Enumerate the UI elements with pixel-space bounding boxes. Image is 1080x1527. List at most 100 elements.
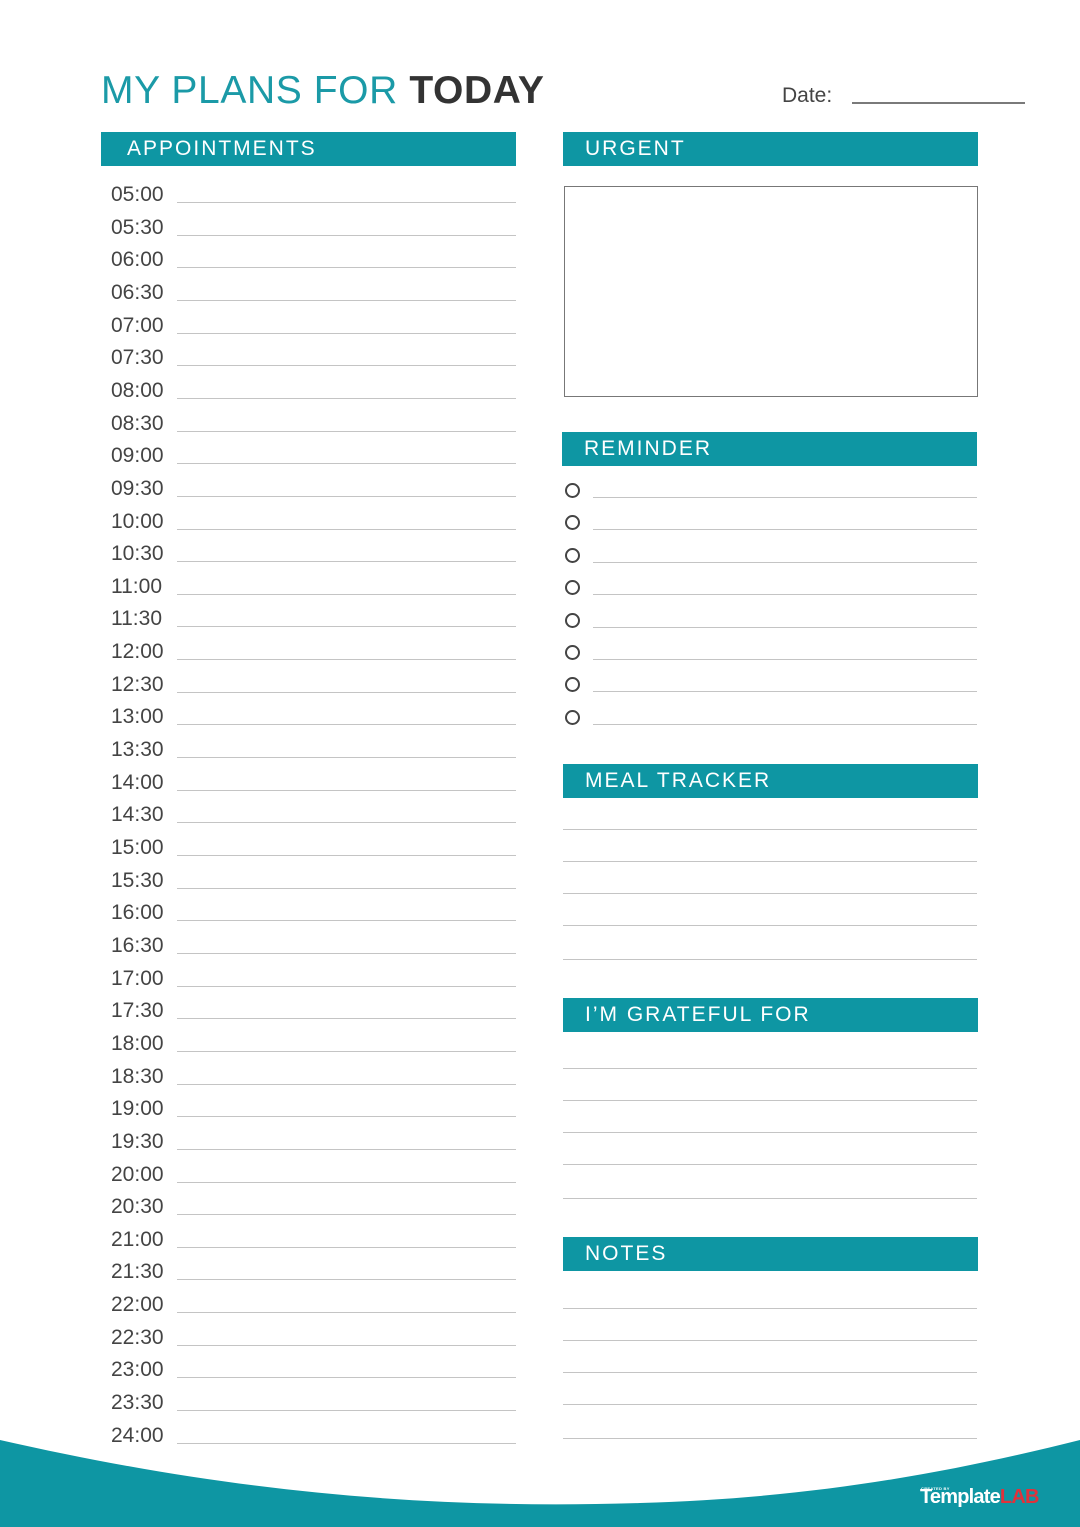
appointment-time: 12:30 — [111, 672, 164, 696]
grateful-entry-line[interactable] — [563, 1198, 977, 1199]
reminder-header: REMINDER — [562, 432, 977, 466]
appointment-entry-line[interactable] — [177, 332, 516, 334]
appointment-entry-line[interactable] — [177, 299, 516, 301]
reminder-entry-line[interactable] — [593, 561, 977, 563]
appointment-entry-line[interactable] — [177, 1116, 516, 1118]
appointment-time: 11:30 — [111, 607, 162, 631]
notes-entry-line[interactable] — [563, 1438, 977, 1439]
page-title: MY PLANS FOR TODAY — [101, 68, 545, 114]
appointment-time: 16:30 — [111, 933, 164, 957]
appointment-entry-line[interactable] — [177, 1050, 516, 1052]
meal-entry-line[interactable] — [563, 925, 977, 926]
reminder-checkbox-icon[interactable] — [565, 709, 580, 725]
grateful-entry-line[interactable] — [563, 1100, 977, 1101]
grateful-entry-line[interactable] — [563, 1132, 977, 1133]
appointment-time: 18:30 — [111, 1064, 164, 1088]
appointment-entry-line[interactable] — [177, 1312, 516, 1314]
appointment-entry-line[interactable] — [177, 789, 516, 791]
appointment-entry-line[interactable] — [177, 1442, 516, 1444]
appointment-time: 10:00 — [111, 509, 164, 533]
appointment-entry-line[interactable] — [177, 952, 516, 954]
reminder-checkbox-icon[interactable] — [565, 645, 580, 660]
meal-entry-line[interactable] — [563, 893, 977, 894]
appointment-time: 16:00 — [111, 901, 164, 925]
appointment-time: 21:00 — [111, 1227, 164, 1251]
reminder-entry-line[interactable] — [593, 691, 977, 693]
reminder-checkbox-icon[interactable] — [565, 547, 580, 563]
appointment-time: 10:30 — [111, 542, 164, 566]
appointment-entry-line[interactable] — [177, 985, 516, 987]
urgent-box[interactable] — [564, 186, 978, 397]
reminder-entry-line[interactable] — [593, 659, 977, 660]
meal-tracker-header: MEAL TRACKER — [563, 764, 978, 798]
grateful-header: I’M GRATEFUL FOR — [563, 998, 978, 1032]
appointment-time: 21:30 — [111, 1260, 164, 1284]
appointment-entry-line[interactable] — [177, 267, 516, 269]
appointment-entry-line[interactable] — [177, 593, 516, 595]
appointment-entry-line[interactable] — [177, 1410, 516, 1412]
appointment-entry-line[interactable] — [177, 397, 516, 399]
appointment-entry-line[interactable] — [177, 822, 516, 824]
appointment-entry-line[interactable] — [177, 561, 516, 563]
notes-entry-line[interactable] — [563, 1404, 977, 1405]
appointment-entry-line[interactable] — [177, 920, 516, 922]
meal-entry-line[interactable] — [563, 959, 977, 960]
meal-entry-line[interactable] — [563, 829, 977, 830]
appointment-time: 12:00 — [111, 640, 164, 664]
appointment-entry-line[interactable] — [177, 234, 516, 236]
appointment-time: 22:30 — [111, 1325, 164, 1349]
appointment-entry-line[interactable] — [177, 691, 516, 693]
date-label: Date: — [782, 84, 833, 107]
appointment-entry-line[interactable] — [177, 495, 516, 497]
notes-entry-line[interactable] — [563, 1340, 977, 1341]
reminder-entry-line[interactable] — [593, 626, 977, 628]
grateful-entry-line[interactable] — [563, 1164, 977, 1165]
appointment-entry-line[interactable] — [177, 1018, 516, 1020]
notes-entry-line[interactable] — [563, 1308, 977, 1309]
appointment-entry-line[interactable] — [177, 202, 516, 203]
reminder-checkbox-icon[interactable] — [565, 580, 580, 596]
appointment-time: 08:30 — [111, 411, 164, 435]
appointment-time: 20:00 — [111, 1162, 164, 1186]
appointment-entry-line[interactable] — [177, 528, 516, 530]
reminder-checkbox-icon[interactable] — [565, 677, 580, 693]
appointment-entry-line[interactable] — [177, 463, 516, 465]
appointment-time: 14:00 — [111, 770, 164, 794]
appointment-entry-line[interactable] — [177, 1377, 516, 1379]
appointment-time: 20:30 — [111, 1195, 164, 1219]
reminder-entry-line[interactable] — [593, 723, 977, 725]
appointment-entry-line[interactable] — [177, 365, 516, 367]
appointment-time: 15:30 — [111, 868, 164, 892]
appointment-entry-line[interactable] — [177, 887, 516, 889]
appointment-entry-line[interactable] — [177, 626, 516, 628]
appointment-time: 06:30 — [111, 280, 164, 304]
meal-entry-line[interactable] — [563, 861, 977, 862]
appointments-header: APPOINTMENTS — [101, 132, 516, 166]
reminder-entry-line[interactable] — [593, 594, 977, 596]
reminder-checkbox-icon[interactable] — [565, 483, 580, 498]
appointment-time: 24:00 — [111, 1423, 164, 1447]
date-field[interactable] — [852, 102, 1025, 104]
appointment-time: 08:00 — [111, 378, 164, 402]
reminder-checkbox-icon[interactable] — [565, 612, 580, 628]
appointment-entry-line[interactable] — [177, 1279, 516, 1281]
appointment-entry-line[interactable] — [177, 1083, 516, 1085]
reminder-entry-line[interactable] — [593, 497, 977, 498]
appointment-entry-line[interactable] — [177, 1148, 516, 1150]
appointment-entry-line[interactable] — [177, 724, 516, 726]
appointment-time: 07:30 — [111, 346, 164, 370]
reminder-entry-line[interactable] — [593, 529, 977, 531]
reminder-checkbox-icon[interactable] — [565, 515, 580, 531]
appointment-entry-line[interactable] — [177, 757, 516, 759]
appointment-entry-line[interactable] — [177, 1181, 516, 1183]
appointment-time: 22:00 — [111, 1293, 164, 1317]
appointment-entry-line[interactable] — [177, 1214, 516, 1216]
grateful-entry-line[interactable] — [563, 1068, 977, 1069]
appointment-entry-line[interactable] — [177, 855, 516, 856]
appointment-entry-line[interactable] — [177, 1246, 516, 1248]
appointment-time: 17:00 — [111, 966, 164, 990]
appointment-entry-line[interactable] — [177, 659, 516, 661]
notes-entry-line[interactable] — [563, 1372, 977, 1373]
appointment-entry-line[interactable] — [177, 1344, 516, 1346]
appointment-entry-line[interactable] — [177, 430, 516, 432]
